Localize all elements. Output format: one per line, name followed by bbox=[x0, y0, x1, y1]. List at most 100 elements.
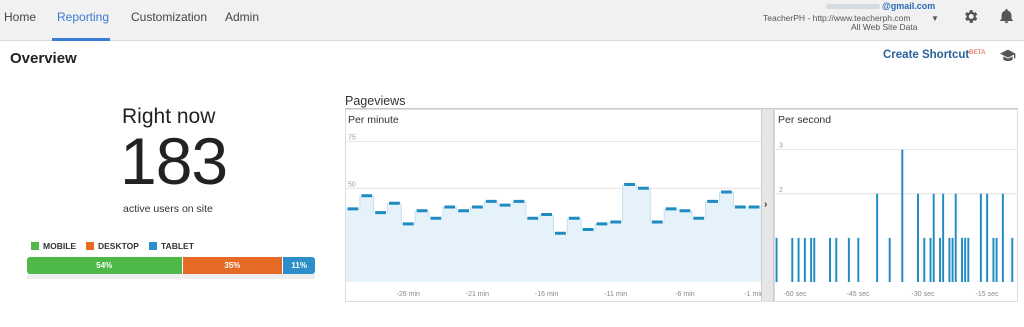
data-point[interactable] bbox=[361, 194, 373, 198]
data-bar[interactable] bbox=[967, 237, 970, 282]
data-bar[interactable] bbox=[1001, 193, 1004, 282]
data-point[interactable] bbox=[541, 213, 552, 216]
caret-down-icon[interactable]: ▼ bbox=[931, 14, 939, 23]
data-point[interactable] bbox=[610, 220, 622, 224]
data-point[interactable] bbox=[485, 199, 497, 203]
data-bar[interactable] bbox=[986, 193, 989, 282]
data-bar[interactable] bbox=[888, 237, 891, 282]
gear-icon[interactable] bbox=[962, 8, 979, 25]
legend-mobile: MOBILE bbox=[31, 241, 76, 251]
pageviews-title: Pageviews bbox=[345, 94, 406, 108]
account-email-redaction bbox=[826, 4, 880, 9]
y-tick-label: 75 bbox=[348, 134, 356, 141]
data-point[interactable] bbox=[513, 199, 525, 203]
data-bar[interactable] bbox=[992, 237, 995, 282]
data-point[interactable] bbox=[555, 231, 566, 235]
data-bar[interactable] bbox=[942, 193, 945, 282]
legend-swatch bbox=[149, 242, 157, 250]
active-users-caption: active users on site bbox=[123, 203, 213, 215]
x-tick-label: -26 min bbox=[397, 291, 420, 298]
data-point[interactable] bbox=[748, 205, 760, 209]
bell-icon[interactable] bbox=[998, 7, 1015, 25]
account-view[interactable]: All Web Site Data bbox=[851, 22, 917, 32]
data-point[interactable] bbox=[458, 209, 469, 213]
x-tick-label: -60 sec bbox=[784, 291, 807, 298]
data-bar[interactable] bbox=[961, 237, 963, 282]
data-bar[interactable] bbox=[835, 237, 838, 282]
data-point[interactable] bbox=[389, 201, 400, 205]
data-point[interactable] bbox=[638, 186, 649, 190]
x-tick-label: -16 min bbox=[535, 291, 558, 298]
data-bar[interactable] bbox=[979, 193, 982, 282]
active-users-count: 183 bbox=[120, 124, 228, 198]
data-bar[interactable] bbox=[954, 193, 957, 282]
data-bar[interactable] bbox=[964, 237, 967, 282]
device-segment-mobile: 54% bbox=[27, 257, 183, 274]
y-tick-label: 2 bbox=[779, 187, 783, 194]
data-bar[interactable] bbox=[901, 149, 904, 282]
per-second-chart: 2 3 -60 sec -45 sec -30 sec -15 sec bbox=[775, 143, 1017, 298]
legend-desktop: DESKTOP bbox=[86, 241, 139, 251]
data-bar[interactable] bbox=[1011, 237, 1014, 282]
data-point[interactable] bbox=[430, 216, 442, 220]
data-bar[interactable] bbox=[929, 237, 932, 282]
data-bar[interactable] bbox=[876, 193, 879, 282]
data-point[interactable] bbox=[679, 209, 691, 213]
nav-admin[interactable]: Admin bbox=[225, 10, 259, 24]
data-point[interactable] bbox=[472, 205, 483, 209]
chevron-right-icon[interactable]: › bbox=[764, 199, 767, 210]
x-tick-label: -30 sec bbox=[912, 291, 935, 298]
data-bar[interactable] bbox=[775, 237, 778, 282]
data-point[interactable] bbox=[665, 207, 677, 211]
data-bar[interactable] bbox=[951, 237, 954, 282]
data-bar[interactable] bbox=[803, 237, 806, 282]
data-point[interactable] bbox=[499, 203, 511, 207]
nav-customization[interactable]: Customization bbox=[131, 10, 207, 24]
data-bar[interactable] bbox=[829, 237, 831, 282]
data-bar[interactable] bbox=[857, 237, 860, 282]
data-point[interactable] bbox=[582, 228, 594, 231]
data-point[interactable] bbox=[596, 222, 608, 226]
data-point[interactable] bbox=[402, 222, 414, 226]
device-segment-desktop: 35% bbox=[182, 257, 284, 274]
data-point[interactable] bbox=[624, 183, 635, 186]
x-tick-label: -11 min bbox=[604, 291, 627, 298]
legend-tablet: TABLET bbox=[149, 241, 194, 251]
data-bar[interactable] bbox=[948, 237, 951, 282]
data-point[interactable] bbox=[444, 205, 456, 209]
data-bar[interactable] bbox=[810, 237, 813, 282]
nav-reporting[interactable]: Reporting bbox=[57, 10, 109, 24]
data-bar[interactable] bbox=[939, 237, 941, 282]
panel-divider[interactable]: › bbox=[761, 109, 774, 302]
data-bar[interactable] bbox=[813, 237, 816, 282]
data-point[interactable] bbox=[416, 209, 428, 213]
data-bar[interactable] bbox=[791, 237, 794, 282]
top-nav-bar: Home Reporting Customization Admin @gmai… bbox=[0, 0, 1024, 41]
device-bar-shadow bbox=[27, 274, 315, 279]
create-shortcut-link[interactable]: Create Shortcut bbox=[883, 49, 969, 61]
page-title: Overview bbox=[10, 50, 77, 67]
data-point[interactable] bbox=[527, 216, 539, 220]
x-tick-label: -6 min bbox=[675, 291, 695, 298]
y-tick-label: 50 bbox=[348, 181, 356, 188]
data-point[interactable] bbox=[375, 211, 386, 215]
account-email[interactable]: @gmail.com bbox=[882, 1, 935, 11]
data-point[interactable] bbox=[651, 220, 663, 224]
data-point[interactable] bbox=[693, 216, 705, 220]
nav-home[interactable]: Home bbox=[4, 10, 36, 24]
data-bar[interactable] bbox=[932, 193, 935, 282]
data-bar[interactable] bbox=[923, 237, 926, 282]
graduation-cap-icon[interactable] bbox=[1000, 49, 1016, 61]
data-point[interactable] bbox=[734, 205, 746, 209]
data-point[interactable] bbox=[568, 216, 580, 220]
data-point[interactable] bbox=[721, 190, 732, 194]
x-tick-label: -45 sec bbox=[847, 291, 870, 298]
data-bar[interactable] bbox=[847, 237, 850, 282]
y-tick-label: 3 bbox=[779, 143, 783, 150]
data-point[interactable] bbox=[707, 199, 718, 203]
data-bar[interactable] bbox=[797, 237, 800, 282]
beta-badge: BETA bbox=[969, 49, 986, 56]
data-bar[interactable] bbox=[917, 193, 919, 282]
data-point[interactable] bbox=[347, 207, 359, 211]
data-bar[interactable] bbox=[995, 237, 998, 282]
